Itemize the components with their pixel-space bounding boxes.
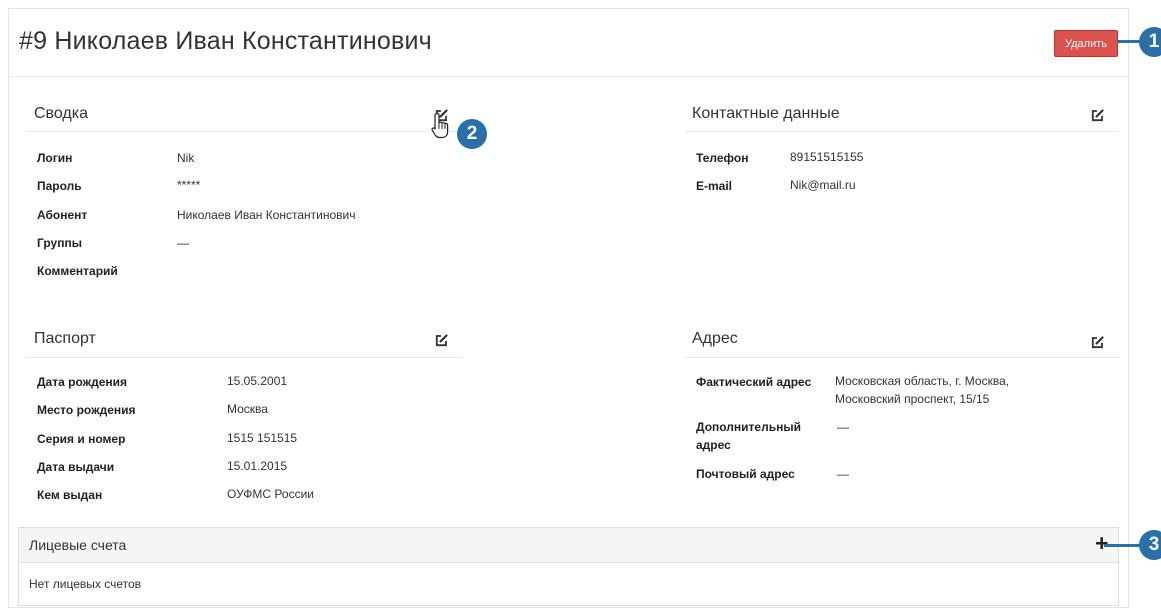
page-title: #9 Николаев Иван Константинович: [19, 27, 432, 55]
summary-title: Сводка: [34, 105, 89, 122]
summary-label: Логин: [37, 151, 73, 165]
contacts-divider: [685, 131, 1119, 132]
hand-cursor-icon: [431, 112, 449, 139]
passport-label: Дата выдачи: [37, 460, 115, 474]
summary-value: Николаев Иван Константинович: [177, 208, 356, 222]
summary-value: Nik: [177, 151, 195, 165]
summary-label: Группы: [37, 236, 82, 250]
passport-label: Дата рождения: [37, 375, 128, 389]
card-frame: #9 Николаев Иван Константинович Удалить …: [8, 8, 1129, 608]
contacts-title: Контактные данные: [692, 105, 840, 122]
address-postal-label: Почтовый адрес: [696, 467, 795, 481]
passport-label: Кем выдан: [37, 488, 103, 502]
address-postal-value: —: [837, 467, 849, 481]
passport-value: 15.05.2001: [227, 374, 288, 388]
contacts-value: 89151515155: [790, 150, 864, 164]
passport-value: 1515 151515: [227, 431, 298, 445]
address-edit-icon[interactable]: [1091, 335, 1105, 349]
address-actual-value: Московская область, г. Москва,: [835, 374, 1010, 388]
accounts-empty-text: Нет лицевых счетов: [29, 577, 142, 591]
callout-marker-3: 3: [1139, 530, 1161, 560]
contacts-label: E-mail: [696, 179, 733, 193]
address-additional-value: —: [837, 420, 849, 434]
callout-marker-1: 1: [1139, 27, 1161, 57]
passport-value: ОУФМС России: [227, 487, 314, 501]
address-actual-value: Московский проспект, 15/15: [835, 392, 990, 406]
accounts-title: Лицевые счета: [29, 537, 127, 553]
accounts-panel-body: Нет лицевых счетов: [18, 562, 1119, 606]
contacts-value: Nik@mail.ru: [790, 178, 856, 192]
address-title: Адрес: [692, 330, 738, 347]
contacts-edit-icon[interactable]: [1091, 108, 1105, 122]
address-additional-label: Дополнительный: [696, 420, 801, 434]
callout-connector: [1104, 544, 1144, 547]
address-additional-label: адрес: [696, 438, 731, 452]
passport-value: 15.01.2015: [227, 459, 288, 473]
passport-label: Серия и номер: [37, 432, 126, 446]
accounts-panel-header: Лицевые счета +: [18, 527, 1119, 563]
summary-divider: [27, 131, 461, 132]
summary-label: Абонент: [37, 208, 88, 222]
page-header: #9 Николаев Иван Константинович Удалить: [9, 9, 1128, 77]
callout-marker-2: 2: [457, 119, 487, 149]
address-divider: [685, 357, 1119, 358]
delete-button[interactable]: Удалить: [1054, 30, 1118, 57]
passport-divider: [27, 357, 461, 358]
passport-label: Место рождения: [37, 403, 136, 417]
contacts-label: Телефон: [696, 151, 749, 165]
passport-title: Паспорт: [34, 330, 96, 347]
summary-label: Комментарий: [37, 264, 118, 278]
passport-value: Москва: [227, 402, 268, 416]
passport-edit-icon[interactable]: [435, 333, 449, 347]
summary-value: *****: [177, 178, 201, 192]
summary-value: —: [177, 236, 189, 250]
address-actual-label: Фактический адрес: [696, 375, 812, 389]
summary-label: Пароль: [37, 179, 82, 193]
